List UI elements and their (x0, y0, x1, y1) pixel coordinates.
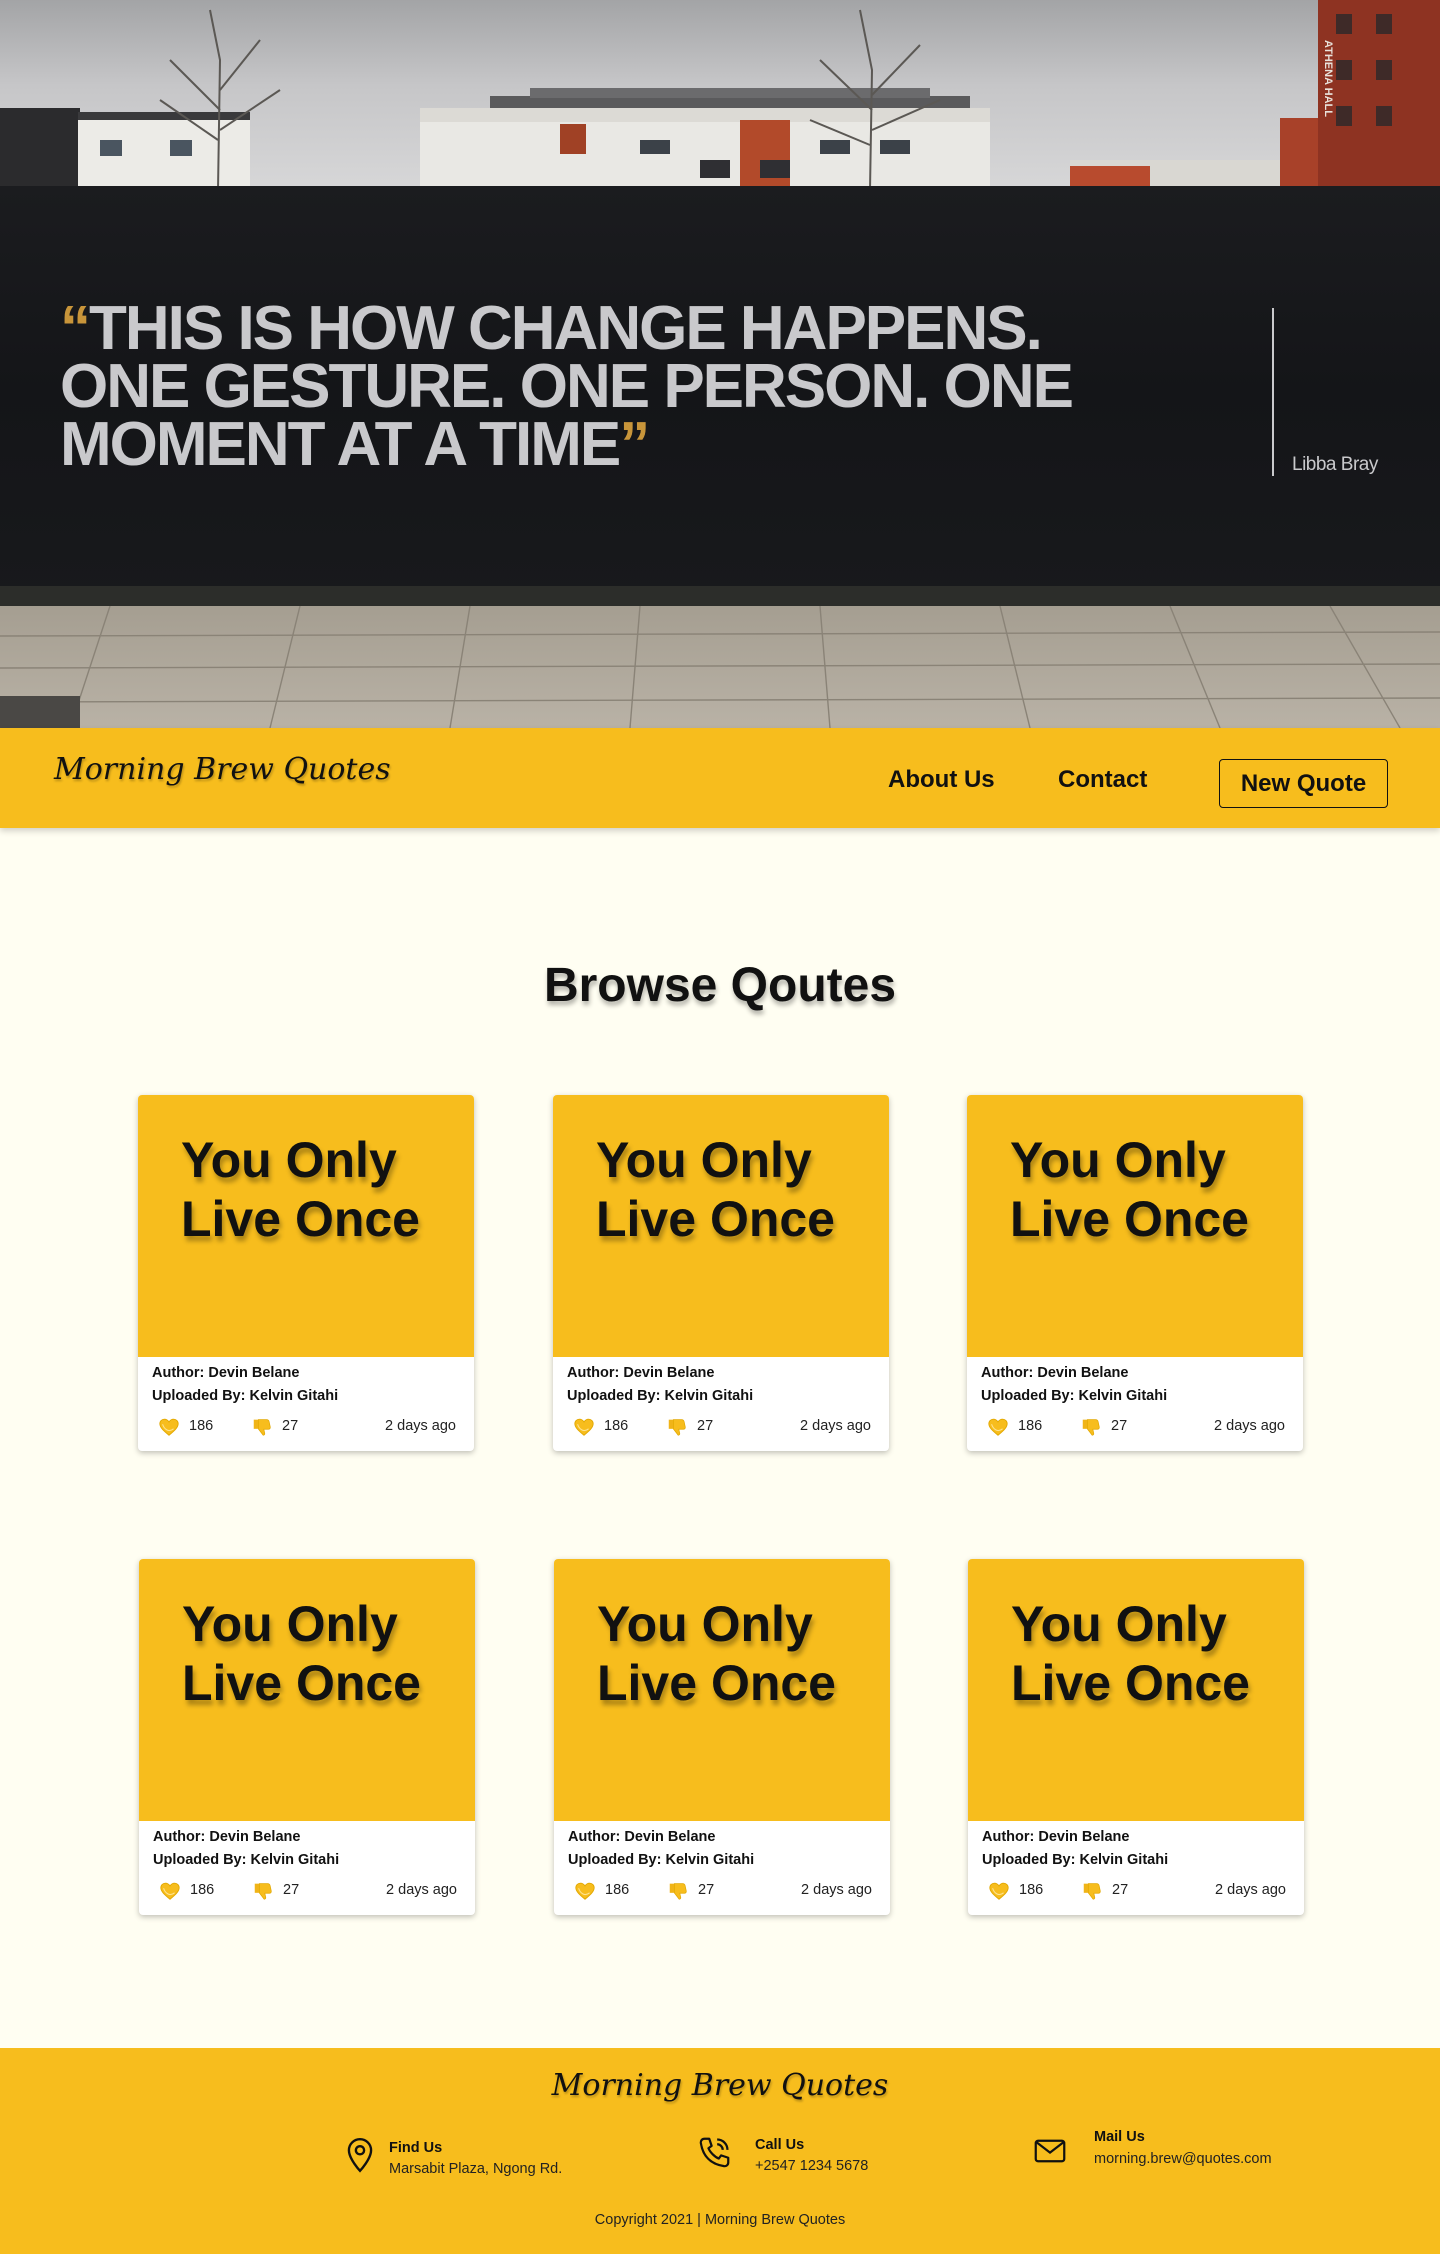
quote-card-uploader: Uploaded By: Kelvin Gitahi (567, 1388, 754, 1404)
quote-card-uploader: Uploaded By: Kelvin Gitahi (153, 1852, 340, 1868)
quote-card-banner: You Only Live Once (554, 1559, 890, 1821)
footer-logo[interactable]: Morning Brew Quotes (0, 2068, 1440, 2103)
quote-card-text: You Only Live Once (181, 1132, 420, 1247)
quote-card-banner: You Only Live Once (968, 1559, 1304, 1821)
hero-banner: ATHENA HALL “THIS IS HOW CHANGE HAPPENS.… (0, 0, 1440, 728)
quote-card[interactable]: You Only Live Once Author: Devin Belane … (968, 1559, 1304, 1915)
find-us-title: Find Us (389, 2140, 443, 2156)
heart-icon[interactable] (574, 1880, 596, 1902)
quote-card-author: Author: Devin Belane (982, 1829, 1130, 1845)
location-pin-icon (347, 2138, 373, 2173)
quote-card[interactable]: You Only Live Once Author: Devin Belane … (138, 1095, 474, 1451)
likes-count: 186 (604, 1418, 629, 1434)
mail-us-title: Mail Us (1094, 2129, 1145, 2145)
quote-card-author: Author: Devin Belane (568, 1829, 716, 1845)
quote-card-banner: You Only Live Once (139, 1559, 475, 1821)
thumbs-down-icon[interactable] (1080, 1416, 1102, 1438)
find-us-address: Marsabit Plaza, Ngong Rd. (389, 2161, 563, 2177)
thumbs-down-icon[interactable] (251, 1416, 273, 1438)
mail-icon (1034, 2139, 1066, 2163)
hero-quote: “THIS IS HOW CHANGE HAPPENS. ONE GESTURE… (60, 298, 1090, 476)
thumbs-down-icon[interactable] (1081, 1880, 1103, 1902)
likes-count: 186 (189, 1418, 214, 1434)
heart-icon[interactable] (988, 1880, 1010, 1902)
dislikes-count: 27 (697, 1418, 714, 1434)
quote-card-text: You Only Live Once (1011, 1596, 1250, 1711)
quote-card-time: 2 days ago (800, 1418, 871, 1434)
heart-icon[interactable] (159, 1880, 181, 1902)
quote-card-author: Author: Devin Belane (153, 1829, 301, 1845)
quote-card-uploader: Uploaded By: Kelvin Gitahi (568, 1852, 755, 1868)
browse-title: Browse Qoutes (543, 959, 897, 1012)
hero-buildings-image: ATHENA HALL (0, 0, 1440, 190)
quote-card-time: 2 days ago (385, 1418, 456, 1434)
building-sign: ATHENA HALL (1322, 40, 1334, 117)
dislikes-count: 27 (282, 1418, 299, 1434)
quote-card-uploader: Uploaded By: Kelvin Gitahi (152, 1388, 339, 1404)
navbar: Morning Brew Quotes About Us Contact New… (0, 728, 1440, 828)
hero-quote-author: Libba Bray (1292, 454, 1378, 475)
hero-quote-text: THIS IS HOW CHANGE HAPPENS. ONE GESTURE.… (60, 294, 1074, 479)
quote-card-text: You Only Live Once (182, 1596, 421, 1711)
likes-count: 186 (1019, 1882, 1044, 1898)
nav-about-us[interactable]: About Us (888, 766, 995, 794)
footer: Morning Brew Quotes Find Us Marsabit Pla… (0, 2048, 1440, 2254)
quote-card-uploader: Uploaded By: Kelvin Gitahi (981, 1388, 1168, 1404)
dislikes-count: 27 (1111, 1418, 1128, 1434)
thumbs-down-icon[interactable] (252, 1880, 274, 1902)
call-us-number[interactable]: +2547 1234 5678 (755, 2158, 868, 2174)
site-logo[interactable]: Morning Brew Quotes (54, 752, 391, 787)
thumbs-down-icon[interactable] (667, 1880, 689, 1902)
quote-card-banner: You Only Live Once (138, 1095, 474, 1357)
pavement-lines (0, 606, 1440, 728)
quote-card-author: Author: Devin Belane (981, 1365, 1129, 1381)
heart-icon[interactable] (987, 1416, 1009, 1438)
thumbs-down-icon[interactable] (666, 1416, 688, 1438)
quote-card[interactable]: You Only Live Once Author: Devin Belane … (139, 1559, 475, 1915)
quote-card-time: 2 days ago (1215, 1882, 1286, 1898)
heart-icon[interactable] (573, 1416, 595, 1438)
quote-card-banner: You Only Live Once (967, 1095, 1303, 1357)
quote-card[interactable]: You Only Live Once Author: Devin Belane … (553, 1095, 889, 1451)
likes-count: 186 (190, 1882, 215, 1898)
quote-card-text: You Only Live Once (1010, 1132, 1249, 1247)
quote-card[interactable]: You Only Live Once Author: Devin Belane … (554, 1559, 890, 1915)
nav-contact[interactable]: Contact (1058, 766, 1147, 794)
close-quote-mark: ” (619, 410, 650, 479)
hero-divider (1272, 308, 1274, 476)
phone-icon (699, 2137, 730, 2168)
new-quote-button[interactable]: New Quote (1219, 759, 1388, 808)
dislikes-count: 27 (1112, 1882, 1129, 1898)
quote-card[interactable]: You Only Live Once Author: Devin Belane … (967, 1095, 1303, 1451)
quote-card-text: You Only Live Once (596, 1132, 835, 1247)
dislikes-count: 27 (283, 1882, 300, 1898)
mail-us-email[interactable]: morning.brew@quotes.com (1094, 2151, 1272, 2167)
quote-card-time: 2 days ago (1214, 1418, 1285, 1434)
quote-card-time: 2 days ago (386, 1882, 457, 1898)
dislikes-count: 27 (698, 1882, 715, 1898)
heart-icon[interactable] (158, 1416, 180, 1438)
quote-card-author: Author: Devin Belane (567, 1365, 715, 1381)
hero-wall-base (0, 586, 1440, 608)
likes-count: 186 (1018, 1418, 1043, 1434)
quote-card-banner: You Only Live Once (553, 1095, 889, 1357)
call-us-title: Call Us (755, 2137, 805, 2153)
quote-card-author: Author: Devin Belane (152, 1365, 300, 1381)
quote-card-time: 2 days ago (801, 1882, 872, 1898)
copyright: Copyright 2021 | Morning Brew Quotes (594, 2212, 846, 2228)
likes-count: 186 (605, 1882, 630, 1898)
quote-card-text: You Only Live Once (597, 1596, 836, 1711)
quote-card-uploader: Uploaded By: Kelvin Gitahi (982, 1852, 1169, 1868)
